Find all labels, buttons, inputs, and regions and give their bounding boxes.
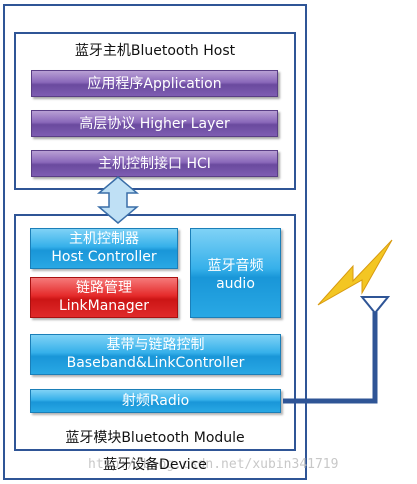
- double-arrow-icon: [96, 176, 140, 224]
- radio-antenna-line: [283, 312, 378, 404]
- antenna-icon: [359, 296, 391, 315]
- diagram-graphics: [96, 176, 393, 404]
- lightning-icon: [317, 239, 393, 306]
